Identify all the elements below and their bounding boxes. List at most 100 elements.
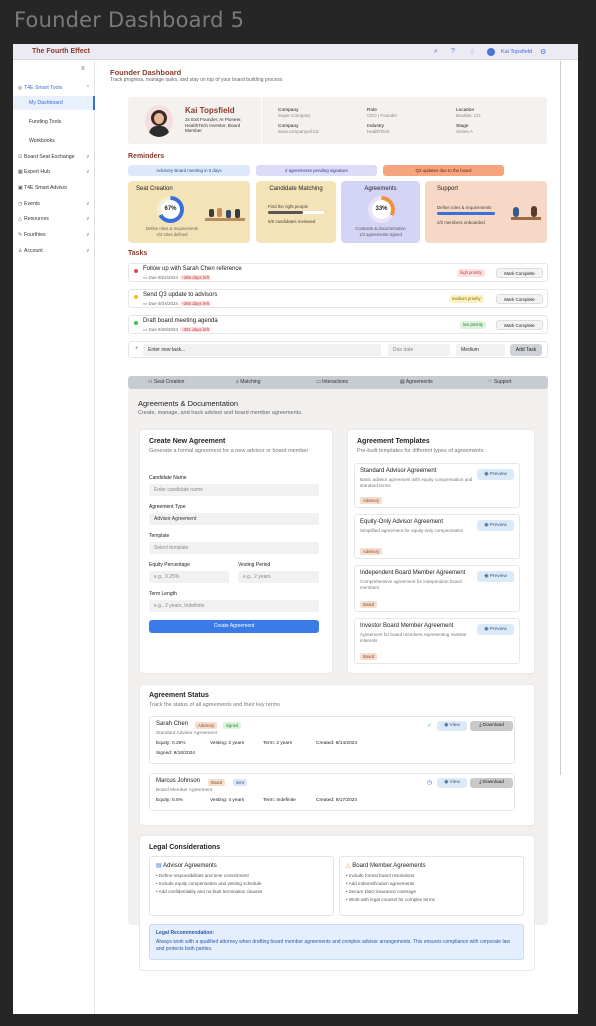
search-icon[interactable]: ⌕ xyxy=(434,48,438,56)
tab-bar: ⚇ Seat Creation ⌕ Matching ▭ Interaction… xyxy=(128,376,548,389)
advisor-agreements-box: ▤ Advisor Agreements • Define responsibi… xyxy=(149,856,334,916)
reminder-item[interactable]: Q3 updates due to the board xyxy=(383,165,504,176)
template-select[interactable]: Select template xyxy=(149,542,319,554)
plus-icon: + xyxy=(135,346,139,352)
notification-bell-icon[interactable]: ♢ xyxy=(469,48,475,56)
status-row: Sarah Chen Advisory signed Standard Advi… xyxy=(149,716,515,764)
create-agreement-button[interactable]: Create Agreement xyxy=(149,620,319,633)
check-circle-icon: ✓ xyxy=(427,723,433,729)
tile-seat-creation[interactable]: Seat Creation 67% Define roles & require… xyxy=(128,181,250,243)
status-badge: sent xyxy=(233,779,247,786)
section-subtitle: Create, manage, and track advisor and bo… xyxy=(138,410,303,416)
sidebar-item-my-dashboard[interactable]: My Dashboard xyxy=(13,96,95,110)
preview-button[interactable]: ◉ Preview xyxy=(477,469,514,480)
agreement-status-card: Agreement Status Track the status of all… xyxy=(139,684,535,826)
top-bar: The Fourth Effect ⌕ ? ♢ Kai Topsfield ⚙ xyxy=(13,44,578,60)
new-task-input[interactable]: Enter new task... xyxy=(143,344,381,356)
add-task-button[interactable]: Add Task xyxy=(510,344,542,356)
tab-interactions[interactable]: ▭ Interactions xyxy=(316,376,348,389)
side-panel xyxy=(560,61,578,775)
tab-support[interactable]: ♡ Support xyxy=(488,376,511,389)
priority-dot xyxy=(134,269,138,273)
reminder-item[interactable]: Advisory Board meeting in 5 days xyxy=(128,165,250,176)
chevron-down-icon: v xyxy=(86,216,90,222)
reminder-item[interactable]: 2 agreements pending signature xyxy=(256,165,377,176)
tab-matching[interactable]: ⌕ Matching xyxy=(236,376,261,389)
meeting-illustration xyxy=(205,207,245,229)
agreement-type-select[interactable]: Advisor Agreement xyxy=(149,513,319,525)
profile-avatar xyxy=(145,105,173,137)
due-date-input[interactable]: Due date xyxy=(388,344,450,356)
download-button[interactable]: ⤓ Download xyxy=(470,778,513,788)
task-row: Follow up with Sarah Chen reference ▭ Du… xyxy=(128,263,548,282)
mark-complete-button[interactable]: Mark Complete xyxy=(496,268,543,278)
mark-complete-button[interactable]: Mark Complete xyxy=(496,320,543,330)
view-button[interactable]: ◉ View xyxy=(437,778,467,788)
mark-complete-button[interactable]: Mark Complete xyxy=(496,294,543,304)
template-item: Independent Board Member Agreement Compr… xyxy=(354,565,520,612)
page-subtitle: Track progress, manage tasks, and stay o… xyxy=(110,77,283,83)
progress-bar xyxy=(437,212,495,215)
priority-select[interactable]: Medium xyxy=(456,344,505,356)
candidate-name-input[interactable]: Enter candidate name xyxy=(149,484,319,496)
sidebar-item-events[interactable]: ◷ Events v xyxy=(13,197,95,211)
sidebar: ≡ ◎ T4E Smart Tools ^ My Dashboard Funding… xyxy=(13,61,95,1014)
task-row: Draft board meeting agenda ▭ Due 9/28/20… xyxy=(128,315,548,334)
brand-name: The Fourth Effect xyxy=(32,48,90,55)
legal-recommendation: Legal Recommendation: Always work with a… xyxy=(149,924,524,960)
view-button[interactable]: ◉ View xyxy=(437,721,467,731)
task-row: Send Q3 update to advisors ▭ Due 9/24/20… xyxy=(128,289,548,308)
tile-agreements[interactable]: Agreements 33% Contracts & documentation… xyxy=(341,181,420,243)
sidebar-item-funding-tools[interactable]: Funding Tools xyxy=(13,115,95,129)
agreements-panel: Agreements & Documentation Create, manag… xyxy=(128,389,548,971)
download-button[interactable]: ⤓ Download xyxy=(470,721,513,731)
progress-ring: 33% xyxy=(368,196,395,223)
chevron-down-icon: v xyxy=(86,201,90,207)
preview-button[interactable]: ◉ Preview xyxy=(477,571,514,582)
template-item: Equity-Only Advisor Agreement Simplified… xyxy=(354,514,520,559)
tile-support[interactable]: Support Define roles & requirements 2/2 … xyxy=(425,181,547,243)
priority-badge: high priority xyxy=(457,269,485,277)
chevron-down-icon: v xyxy=(86,232,90,238)
profile-name: Kai Topsfield xyxy=(185,106,235,115)
term-input[interactable]: e.g., 2 years, Indefinite xyxy=(149,600,319,612)
user-avatar[interactable] xyxy=(487,48,495,56)
user-name[interactable]: Kai Topsfield xyxy=(501,49,532,55)
profile-field: Stage Series A xyxy=(456,124,473,134)
help-icon[interactable]: ? xyxy=(451,48,455,55)
equity-input[interactable]: e.g., 0.25% xyxy=(149,571,229,583)
tile-candidate-matching[interactable]: Candidate Matching Find the right people… xyxy=(256,181,336,243)
profile-card: Kai Topsfield 2x Exit Founder, AI Pionee… xyxy=(128,97,547,144)
status-row: Marcus Johnson Board sent Board Member A… xyxy=(149,773,515,811)
sidebar-item-expert-hub[interactable]: ▦Expert Hub v xyxy=(13,165,95,179)
templates-card: Agreement Templates Pre-built templates … xyxy=(347,429,535,674)
sidebar-item-smart-advisor[interactable]: ▣T4E Smart Advisor xyxy=(13,181,95,195)
sidebar-item-fourthies[interactable]: ✎ Fourthies v xyxy=(13,228,95,242)
preview-button[interactable]: ◉ Preview xyxy=(477,520,514,531)
sidebar-item-resources[interactable]: △ Resources v xyxy=(13,212,95,226)
profile-field: Company Super Company xyxy=(278,108,311,118)
tab-agreements[interactable]: ▤ Agreements xyxy=(400,376,433,389)
frame-title: Founder Dashboard 5 xyxy=(14,8,245,32)
main-content: Founder Dashboard Track progress, manage… xyxy=(110,68,550,83)
preview-button[interactable]: ◉ Preview xyxy=(477,624,514,635)
document-icon: ▤ xyxy=(156,863,164,869)
reminders-title: Reminders xyxy=(128,153,165,160)
tab-seat-creation[interactable]: ⚇ Seat Creation xyxy=(148,376,184,389)
profile-bio: 2x Exit Founder, AI Pioneer, HealthTech … xyxy=(185,117,242,133)
priority-dot xyxy=(134,295,138,299)
sidebar-item-board-seat-exchange[interactable]: ☑ Board Seat Exchange v xyxy=(13,150,95,164)
settings-gear-icon[interactable]: ⚙ xyxy=(540,48,546,56)
create-agreement-card: Create New Agreement Generate a formal a… xyxy=(139,429,333,674)
sidebar-item-workbooks[interactable]: Workbooks xyxy=(13,134,95,148)
vesting-input[interactable]: e.g., 2 years xyxy=(238,571,319,583)
section-title: Agreements & Documentation xyxy=(138,399,239,408)
tile-title: Seat Creation xyxy=(136,186,173,192)
page-title: Founder Dashboard xyxy=(110,68,182,77)
tasks-and-tabs: Follow up with Sarah Chen reference ▭ Du… xyxy=(128,263,548,971)
sidebar-item-account[interactable]: ♙ Account v xyxy=(13,244,95,258)
divider xyxy=(261,97,262,144)
hamburger-menu-icon[interactable]: ≡ xyxy=(81,66,85,72)
profile-field: Location Boulder, CO xyxy=(456,108,481,118)
sidebar-item-t4e-smart-tools[interactable]: ◎ T4E Smart Tools ^ xyxy=(13,81,95,95)
